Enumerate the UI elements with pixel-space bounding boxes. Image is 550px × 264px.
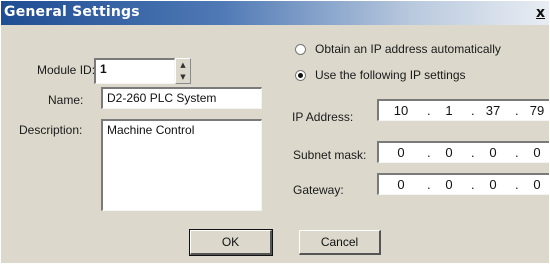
gateway-dot-1: . <box>427 177 431 192</box>
subnet-dot-2: . <box>471 145 475 160</box>
ip-address-label: IP Address: <box>292 110 354 124</box>
gateway-octet-2[interactable]: 0 <box>437 177 461 192</box>
manual-ip-radio[interactable] <box>295 70 306 81</box>
description-value: Machine Control <box>107 123 195 137</box>
gateway-label: Gateway: <box>293 183 344 197</box>
subnet-mask-label: Subnet mask: <box>293 148 367 162</box>
gateway-octet-1[interactable]: 0 <box>389 177 413 192</box>
radio-selected-dot <box>298 73 303 78</box>
subnet-dot-1: . <box>427 145 431 160</box>
manual-ip-label[interactable]: Use the following IP settings <box>315 68 466 82</box>
subnet-octet-3[interactable]: 0 <box>481 145 505 160</box>
dialog-title: General Settings <box>4 4 140 20</box>
spin-down-icon[interactable]: ▼ <box>176 71 190 83</box>
name-label: Name: <box>48 93 84 107</box>
subnet-octet-1[interactable]: 0 <box>389 145 413 160</box>
ip-octet-1[interactable]: 10 <box>389 103 413 118</box>
subnet-octet-2[interactable]: 0 <box>437 145 461 160</box>
ip-dot-2: . <box>471 103 475 118</box>
gateway-octet-4[interactable]: 0 <box>525 177 549 192</box>
ip-address-field[interactable]: 10 . 1 . 37 . 79 <box>377 99 549 121</box>
auto-ip-radio[interactable] <box>295 44 306 55</box>
gateway-field[interactable]: 0 . 0 . 0 . 0 <box>377 173 549 195</box>
subnet-dot-3: . <box>515 145 519 160</box>
ip-octet-2[interactable]: 1 <box>437 103 461 118</box>
ip-octet-3[interactable]: 37 <box>481 103 505 118</box>
gateway-dot-2: . <box>471 177 475 192</box>
gateway-dot-3: . <box>515 177 519 192</box>
general-settings-dialog: General Settings x Module ID: 1 ▲ ▼ Name… <box>0 0 550 264</box>
ip-dot-1: . <box>427 103 431 118</box>
auto-ip-label[interactable]: Obtain an IP address automatically <box>315 42 501 56</box>
close-icon[interactable]: x <box>536 5 545 21</box>
gateway-octet-3[interactable]: 0 <box>481 177 505 192</box>
title-bar: General Settings x <box>1 1 549 25</box>
subnet-mask-field[interactable]: 0 . 0 . 0 . 0 <box>377 141 549 163</box>
module-id-label: Module ID: <box>37 63 96 77</box>
subnet-octet-4[interactable]: 0 <box>525 145 549 160</box>
ok-button[interactable]: OK <box>189 229 273 256</box>
cancel-button[interactable]: Cancel <box>299 230 381 255</box>
module-id-field[interactable]: 1 <box>94 58 175 84</box>
ip-dot-3: . <box>515 103 519 118</box>
description-field[interactable]: Machine Control <box>101 119 262 211</box>
ip-octet-4[interactable]: 79 <box>525 103 549 118</box>
spin-up-icon[interactable]: ▲ <box>176 59 190 71</box>
module-id-value: 1 <box>100 62 107 76</box>
name-value: D2-260 PLC System <box>107 91 217 105</box>
module-id-spinner[interactable]: ▲ ▼ <box>175 58 191 84</box>
name-field[interactable]: D2-260 PLC System <box>101 87 262 109</box>
description-label: Description: <box>19 123 83 137</box>
